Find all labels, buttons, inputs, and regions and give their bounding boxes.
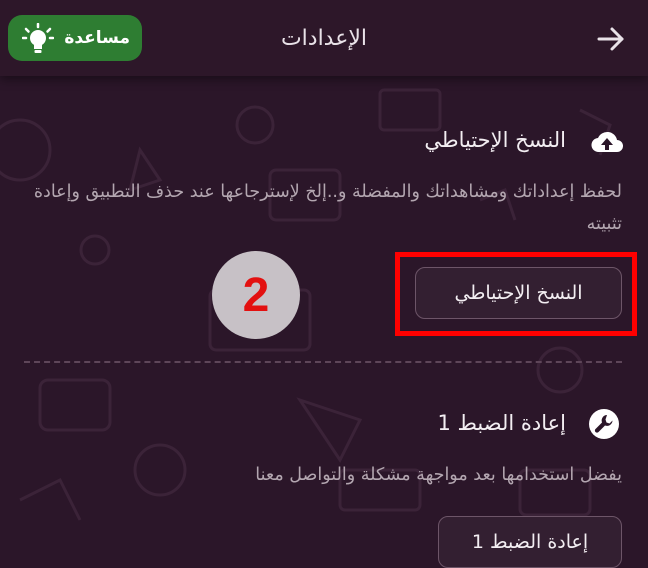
arrow-right-icon[interactable]	[596, 24, 626, 54]
section-divider	[24, 361, 622, 363]
backup-title: النسخ الإحتياطي	[424, 128, 566, 152]
backup-description: لحفظ إعداداتك ومشاهداتك والمفضلة و..إلخ …	[33, 182, 622, 234]
highlight-box	[395, 252, 637, 336]
step-badge: 2	[212, 251, 300, 339]
reset-title: إعادة الضبط 1	[437, 411, 566, 435]
page-title: الإعدادات	[280, 26, 368, 51]
reset-description: يفضل استخدامها بعد مواجهة مشكلة والتواصل…	[255, 465, 622, 485]
wrench-icon	[589, 409, 619, 439]
app-header: مساعدة الإعدادات	[0, 0, 648, 76]
reset-button[interactable]: إعادة الضبط 1	[438, 516, 622, 568]
cloud-upload-icon	[591, 131, 623, 153]
